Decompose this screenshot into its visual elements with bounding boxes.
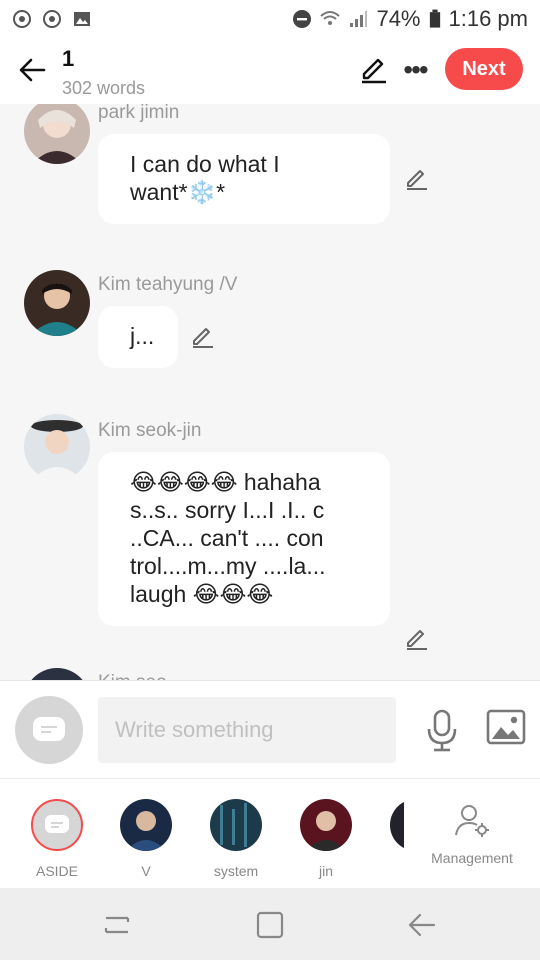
avatar[interactable]	[24, 270, 90, 336]
image-icon[interactable]	[486, 709, 526, 745]
status-left-icons	[12, 9, 92, 29]
character-v[interactable]: V	[110, 799, 182, 879]
avatar-image	[24, 414, 90, 480]
message-input[interactable]	[98, 697, 396, 763]
arrow-left-icon	[19, 58, 46, 82]
management-button[interactable]: Management	[404, 779, 540, 889]
user-settings-icon	[455, 805, 489, 837]
avatar	[300, 799, 352, 851]
signal-icon	[350, 11, 368, 27]
character-label: jin	[318, 863, 333, 879]
notification-icon	[43, 10, 61, 28]
avatar-image	[24, 668, 90, 680]
character-label: ASIDE	[35, 863, 78, 879]
battery-percent: 74%	[376, 6, 421, 31]
management-label: Management	[431, 850, 513, 866]
status-right: 74% 1:16 pm	[292, 6, 528, 32]
gallery-icon	[74, 12, 90, 26]
character-jin[interactable]: jin	[290, 799, 362, 879]
notification-icon	[13, 10, 31, 28]
speech-bubble-icon	[33, 717, 65, 741]
battery-icon	[429, 9, 440, 28]
avatar-image	[24, 104, 90, 164]
speech-bubble-icon	[45, 815, 69, 833]
avatar	[210, 799, 262, 851]
word-count: 302 words	[62, 78, 146, 98]
next-button[interactable]: Next	[445, 48, 523, 90]
character-name: Kim seok-jin	[98, 420, 202, 441]
microphone-icon[interactable]	[424, 709, 460, 753]
message-bubble[interactable]: I can do what I want*❄️*	[98, 134, 390, 224]
back-button[interactable]	[14, 52, 50, 88]
back-nav-icon[interactable]	[402, 910, 442, 940]
character-label: V	[141, 863, 151, 879]
character-label: system	[213, 863, 259, 879]
character-name: Kim seo...	[98, 672, 182, 680]
more-options-button[interactable]: •••	[398, 54, 432, 86]
edit-message-icon[interactable]	[190, 324, 216, 350]
character-name: park jimin	[98, 104, 180, 123]
character-name: Kim teahyung /V	[98, 274, 238, 295]
character-selector: ASIDE V system jin j Management	[0, 778, 540, 889]
home-icon[interactable]	[250, 910, 290, 940]
edit-title-button[interactable]	[358, 54, 390, 86]
avatar[interactable]	[24, 414, 90, 480]
recent-apps-icon[interactable]	[98, 910, 138, 940]
story-title: 1	[62, 46, 75, 71]
edit-message-icon[interactable]	[404, 626, 430, 652]
composer-bar	[0, 680, 540, 778]
edit-message-icon[interactable]	[404, 166, 430, 192]
status-bar: 74% 1:16 pm	[0, 0, 540, 38]
message-bubble[interactable]: 😂😂😂😂 hahaha s..s.. sorry I...I .I.. c ..…	[98, 452, 390, 626]
avatar-image	[24, 270, 90, 336]
wifi-icon	[320, 11, 341, 25]
system-navigation-bar	[0, 888, 540, 960]
status-time: 1:16 pm	[448, 6, 529, 31]
avatar[interactable]	[24, 104, 90, 164]
avatar	[120, 799, 172, 851]
top-app-bar: 1 302 words ••• Next	[0, 38, 540, 104]
aside-avatar	[31, 799, 83, 851]
do-not-disturb-icon	[293, 10, 312, 28]
avatar[interactable]	[24, 668, 90, 680]
chat-area[interactable]: park jimin I can do what I want*❄️* Kim …	[0, 104, 540, 680]
message-bubble[interactable]: j...	[98, 306, 178, 368]
character-aside[interactable]: ASIDE	[21, 799, 93, 879]
character-system[interactable]: system	[200, 799, 272, 879]
aside-toggle-button[interactable]	[15, 696, 83, 764]
